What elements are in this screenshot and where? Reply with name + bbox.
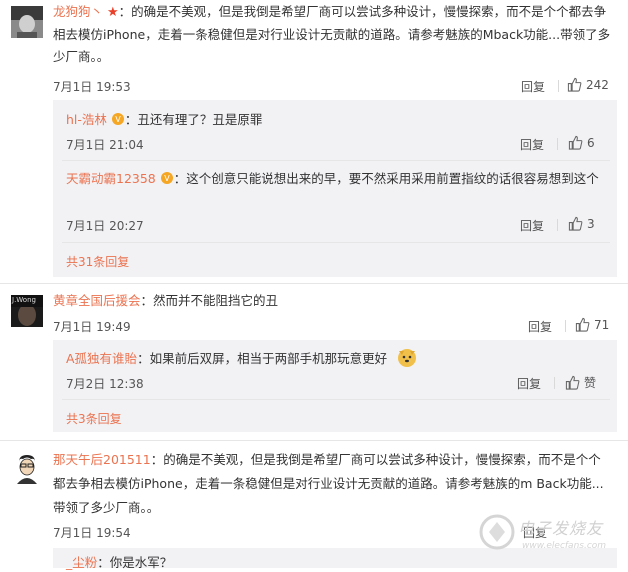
divider (558, 80, 559, 92)
comment-date: 7月1日 19:54 (53, 526, 131, 540)
divider (554, 377, 555, 389)
reply-text: _尘粉：你是水军？ (66, 554, 172, 572)
reply-button[interactable]: 回复 (520, 217, 544, 234)
more-replies-link[interactable]: 共3条回复 (66, 410, 122, 427)
doge-emoji-icon (398, 349, 416, 367)
reply-date: 7月2日 12:38 (66, 377, 144, 391)
comment-date: 7月1日 19:53 (53, 80, 131, 94)
reply-text: hl-浩林 V ：丑还有理了？丑是原罪 (66, 111, 262, 129)
watermark-text: 电子发烧友 (518, 519, 604, 538)
reply-date: 7月1日 20:27 (66, 219, 144, 233)
reply-button[interactable]: 回复 (517, 375, 541, 392)
reply-date: 7月1日 21:04 (66, 138, 144, 152)
divider (62, 160, 610, 161)
comment-username[interactable]: 那天午后201511 (53, 452, 151, 467)
divider (62, 399, 610, 400)
avatar[interactable] (11, 6, 43, 38)
watermark-emblem-icon (479, 514, 515, 550)
divider (557, 219, 558, 231)
thumbs-up-icon (565, 375, 580, 390)
reply-body: ：这个创意只能说想出来的早，要不然采用采用前置指纹的话很容易想到这个 (173, 171, 599, 186)
reply-username[interactable]: A孤独有谁貽 (66, 351, 137, 366)
like-button[interactable]: 71 (575, 317, 609, 332)
like-count: 242 (586, 77, 609, 92)
thumbs-up-icon (567, 77, 582, 92)
thumbs-up-icon (568, 216, 583, 231)
divider (565, 320, 566, 332)
svg-text:V: V (115, 115, 121, 124)
comment-username[interactable]: 黄章全国后援会 (53, 293, 141, 308)
watermark-url: www.elecfans.com (522, 541, 607, 551)
comment-username[interactable]: 龙狗狗丶 (53, 4, 103, 19)
thumbs-up-icon (568, 135, 583, 150)
reply-body: ：如果前后双屏，相当于两部手机那玩意更好 (137, 351, 388, 366)
watermark-logo (477, 512, 517, 555)
like-count: 6 (587, 135, 595, 150)
avatar-text: J.Wong (12, 296, 36, 304)
reply-text: A孤独有谁貽：如果前后双屏，相当于两部手机那玩意更好 (66, 350, 387, 368)
comment-text: 那天午后201511：的确是不美观，但是我倒是希望厂商可以尝试多种设计，慢慢探索… (53, 448, 613, 520)
reply-username[interactable]: hl-浩林 (66, 112, 107, 127)
like-button[interactable]: 3 (568, 216, 595, 231)
divider (557, 138, 558, 150)
reply-username[interactable]: 天霸动霸12358 (66, 171, 156, 186)
reply-button[interactable]: 回复 (520, 136, 544, 153)
comment-body: ：的确是不美观，但是我倒是希望厂商可以尝试多种设计，慢慢探索，而不是个个都去争相… (53, 4, 611, 64)
comment-text: 龙狗狗丶 ★：的确是不美观，但是我倒是希望厂商可以尝试多种设计，慢慢探索，而不是… (53, 1, 613, 68)
comment-text: 黄章全国后援会：然而并不能阻挡它的丑 (53, 290, 278, 312)
more-replies-link[interactable]: 共31条回复 (66, 253, 129, 270)
vip-badge-icon: V (160, 172, 173, 184)
divider (62, 242, 610, 243)
svg-text:V: V (164, 174, 170, 183)
comment-divider (0, 440, 628, 441)
like-button[interactable]: 242 (567, 77, 609, 92)
like-count: 71 (594, 317, 610, 332)
comment-date: 7月1日 19:49 (53, 320, 131, 334)
comment-body: ：然而并不能阻挡它的丑 (140, 293, 279, 308)
avatar[interactable] (11, 452, 43, 484)
avatar[interactable]: J.Wong (11, 295, 43, 327)
like-button[interactable]: 赞 (565, 374, 596, 391)
comment-divider (0, 283, 628, 284)
thumbs-up-icon (575, 317, 590, 332)
like-label: 赞 (584, 376, 597, 390)
reply-body: ：丑还有理了？丑是原罪 (124, 112, 263, 127)
like-count: 3 (587, 216, 595, 231)
reply-button[interactable]: 回复 (528, 318, 552, 335)
like-button[interactable]: 6 (568, 135, 595, 150)
reply-button[interactable]: 回复 (521, 78, 545, 95)
vip-badge-icon: V (111, 113, 124, 125)
star-badge-icon: ★ (107, 5, 119, 20)
reply-text: 天霸动霸12358 V ：这个创意只能说想出来的早，要不然采用采用前置指纹的话很容… (66, 167, 606, 191)
